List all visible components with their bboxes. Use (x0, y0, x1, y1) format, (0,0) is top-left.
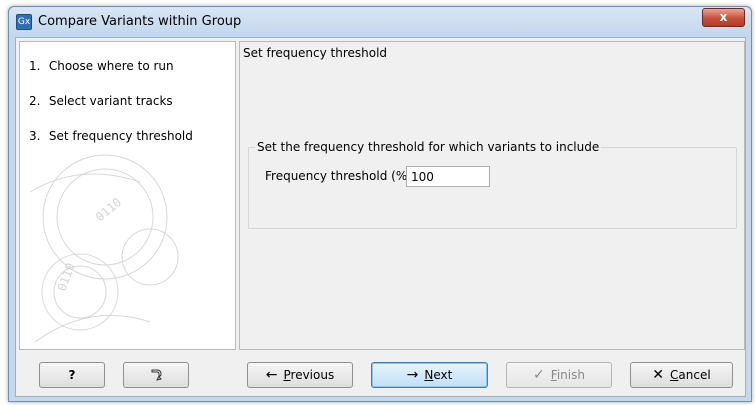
previous-button[interactable]: ← Previous (247, 362, 353, 388)
next-label: Next (424, 368, 453, 382)
window-title: Compare Variants within Group (38, 14, 242, 29)
dialog-body: 0110 0110 1. Choose where to run 2. Sele… (15, 37, 746, 397)
svg-text:0110: 0110 (55, 261, 78, 293)
threshold-group: Set the frequency threshold for which va… (248, 140, 737, 229)
step-3: 3. Set frequency threshold (29, 129, 193, 143)
step-1: 1. Choose where to run (29, 59, 174, 73)
next-button[interactable]: → Next (371, 362, 488, 388)
reset-button[interactable] (123, 362, 189, 388)
step-label: Select variant tracks (48, 94, 173, 108)
checkmark-icon: ✓ (533, 367, 545, 383)
close-button[interactable]: x (702, 8, 745, 27)
close-x-icon: ✕ (652, 367, 665, 383)
arrow-left-icon: ← (265, 367, 278, 383)
app-icon: Gx (16, 14, 32, 30)
frequency-threshold-input[interactable] (406, 166, 490, 187)
steps-panel: 0110 0110 1. Choose where to run 2. Sele… (19, 41, 236, 350)
svg-text:0110: 0110 (93, 195, 124, 224)
step-label: Choose where to run (48, 59, 174, 73)
title-bar[interactable]: Gx Compare Variants within Group x (9, 7, 751, 37)
cancel-label: Cancel (670, 368, 711, 382)
step-2: 2. Select variant tracks (29, 94, 173, 108)
reset-arrow-icon (151, 369, 162, 381)
main-panel: Set frequency threshold Set the frequenc… (239, 41, 745, 350)
frequency-threshold-label: Frequency threshold (%) (265, 169, 412, 183)
page-heading: Set frequency threshold (243, 46, 388, 60)
step-number: 1. (29, 59, 41, 73)
arrow-right-icon: → (406, 367, 419, 383)
step-number: 2. (29, 94, 41, 108)
cancel-button[interactable]: ✕ Cancel (630, 362, 733, 388)
help-label: ? (68, 368, 76, 382)
step-number: 3. (29, 129, 41, 143)
previous-label: Previous (283, 368, 335, 382)
finish-button[interactable]: ✓ Finish (506, 362, 612, 388)
help-button[interactable]: ? (39, 362, 105, 388)
group-title: Set the frequency threshold for which va… (255, 140, 602, 154)
finish-label: Finish (550, 368, 585, 382)
dialog-window: Gx Compare Variants within Group x 0110 … (8, 6, 752, 402)
decorative-watermark-icon: 0110 0110 (29, 154, 179, 343)
step-label: Set frequency threshold (48, 129, 193, 143)
